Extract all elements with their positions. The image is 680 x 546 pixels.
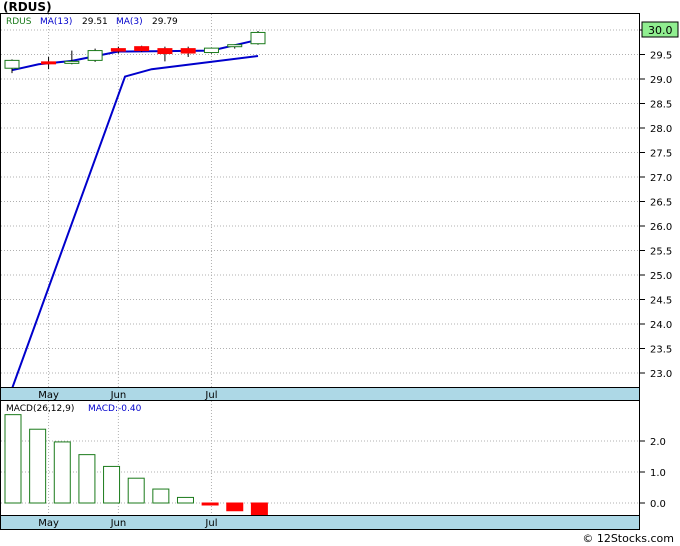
price-date-label: May xyxy=(38,390,59,401)
candle-down xyxy=(110,48,126,52)
price-tick-label: 23.0 xyxy=(650,369,672,380)
stock-chart: May Jun Jul 23.0 23.5 24.0 24.5 25.0 25.5 26.0 26… xyxy=(0,13,679,530)
candle-up xyxy=(227,44,243,48)
price-tick-label: 26.0 xyxy=(650,222,672,233)
macd-bar-positive xyxy=(53,441,71,504)
macd-date-label: Jun xyxy=(110,518,127,529)
legend-ma13-value: 29.51 xyxy=(82,17,108,27)
candle-down xyxy=(41,61,57,65)
price-tick-label: 24.5 xyxy=(650,296,672,307)
macd-bar-positive xyxy=(176,496,194,504)
price-tick-label: 24.0 xyxy=(650,320,672,331)
price-tick-label: 27.5 xyxy=(650,149,672,160)
macd-bar-negative xyxy=(226,502,244,512)
candle-up xyxy=(64,60,80,64)
legend-ma13-label: MA(13) xyxy=(40,17,72,27)
macd-date-label: Jul xyxy=(204,518,217,529)
macd-legend-label: MACD(26,12,9) xyxy=(6,404,74,414)
price-axis: 23.0 23.5 24.0 24.5 25.0 25.5 26.0 26.5 27.0 27.5… xyxy=(640,26,672,380)
macd-panel xyxy=(0,400,640,530)
price-tick-label: 25.0 xyxy=(650,271,672,282)
legend-symbol: RDUS xyxy=(6,17,32,27)
candle-down xyxy=(180,48,196,54)
macd-bar-positive xyxy=(4,414,22,504)
site-credit: © 12Stocks.com xyxy=(582,532,674,545)
candle-down xyxy=(134,46,150,52)
macd-legend-value: MACD:-0.40 xyxy=(88,404,142,414)
price-tick-label: 25.5 xyxy=(650,247,672,258)
price-panel xyxy=(0,13,640,401)
macd-date-axis xyxy=(1,515,639,529)
macd-bar-positive xyxy=(103,465,121,504)
price-tick-label: 29.0 xyxy=(650,75,672,86)
current-price-marker: 30.0 xyxy=(641,21,679,38)
price-tick-label: 23.5 xyxy=(650,345,672,356)
legend-ma3-value: 29.79 xyxy=(152,17,178,27)
price-tick-label: 28.5 xyxy=(650,100,672,111)
price-tick-label: 26.5 xyxy=(650,198,672,209)
macd-tick-label: 1.0 xyxy=(650,468,666,479)
candle-up xyxy=(250,31,266,45)
macd-tick-label: 0.0 xyxy=(650,499,666,510)
price-tick-label: 27.0 xyxy=(650,173,672,184)
candle-up xyxy=(87,50,103,61)
macd-bar-positive xyxy=(29,428,47,504)
current-price-label: 30.0 xyxy=(648,24,673,37)
macd-date-label: May xyxy=(38,518,59,529)
macd-tick-label: 2.0 xyxy=(650,437,666,448)
price-date-axis xyxy=(1,387,639,401)
macd-bar-positive xyxy=(78,454,96,504)
legend-ma3-label: MA(3) xyxy=(116,17,143,27)
macd-bar-positive xyxy=(127,477,145,504)
macd-bar-negative xyxy=(250,502,268,516)
macd-bar-negative xyxy=(201,502,219,506)
candle-down xyxy=(157,48,173,55)
price-tick-label: 28.0 xyxy=(650,124,672,135)
macd-axis: 0.0 1.0 2.0 xyxy=(640,437,666,510)
price-tick-label: 29.5 xyxy=(650,51,672,62)
price-date-label: Jul xyxy=(204,390,217,401)
macd-bar-positive xyxy=(152,488,170,504)
price-date-label: Jun xyxy=(110,390,127,401)
candle-up xyxy=(4,59,20,69)
candle-up xyxy=(203,47,219,54)
